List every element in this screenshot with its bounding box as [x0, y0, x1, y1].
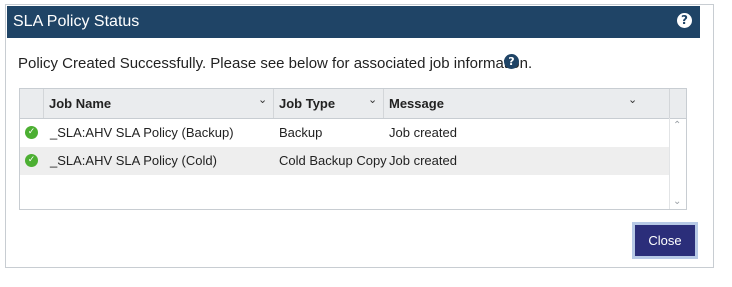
- dialog-title: SLA Policy Status: [13, 13, 140, 30]
- check-circle-icon: ✓: [25, 126, 38, 139]
- scroll-down-icon[interactable]: ⌄: [673, 196, 681, 207]
- check-circle-icon: ✓: [25, 154, 38, 167]
- column-label: Job Type: [279, 96, 336, 111]
- column-header-message[interactable]: Message ⌄: [383, 89, 670, 118]
- message-cell: Job created: [389, 125, 457, 140]
- column-header-job-name[interactable]: Job Name ⌄: [43, 89, 273, 118]
- job-name-cell: _SLA:AHV SLA Policy (Cold): [50, 153, 217, 168]
- table-row[interactable]: ✓ _SLA:AHV SLA Policy (Cold) Cold Backup…: [20, 147, 670, 175]
- info-icon[interactable]: ?: [504, 54, 519, 69]
- job-type-cell: Cold Backup Copy: [279, 153, 387, 168]
- column-label: Job Name: [49, 96, 112, 111]
- table-row[interactable]: ✓ _SLA:AHV SLA Policy (Backup) Backup Jo…: [20, 119, 670, 147]
- chevron-down-icon[interactable]: ⌄: [258, 93, 267, 106]
- chevron-down-icon[interactable]: ⌄: [628, 93, 637, 106]
- job-name-cell: _SLA:AHV SLA Policy (Backup): [50, 125, 234, 140]
- vertical-scrollbar[interactable]: ⌃ ⌄: [669, 118, 686, 209]
- table-header: Job Name ⌄ Job Type ⌄ Message ⌄: [20, 89, 686, 119]
- help-icon[interactable]: ?: [677, 13, 692, 28]
- column-header-job-type[interactable]: Job Type ⌄: [273, 89, 383, 118]
- column-label: Message: [389, 96, 444, 111]
- jobs-table: Job Name ⌄ Job Type ⌄ Message ⌄ ✓ _SLA:A…: [19, 88, 687, 210]
- scrollbar-header-gutter: [669, 89, 686, 118]
- dialog-titlebar: SLA Policy Status ?: [7, 6, 700, 38]
- chevron-down-icon[interactable]: ⌄: [368, 93, 377, 106]
- scroll-up-icon[interactable]: ⌃: [673, 120, 681, 131]
- job-type-cell: Backup: [279, 125, 323, 140]
- close-button[interactable]: Close: [632, 222, 698, 259]
- message-cell: Job created: [389, 153, 457, 168]
- status-message: Policy Created Successfully. Please see …: [18, 55, 533, 72]
